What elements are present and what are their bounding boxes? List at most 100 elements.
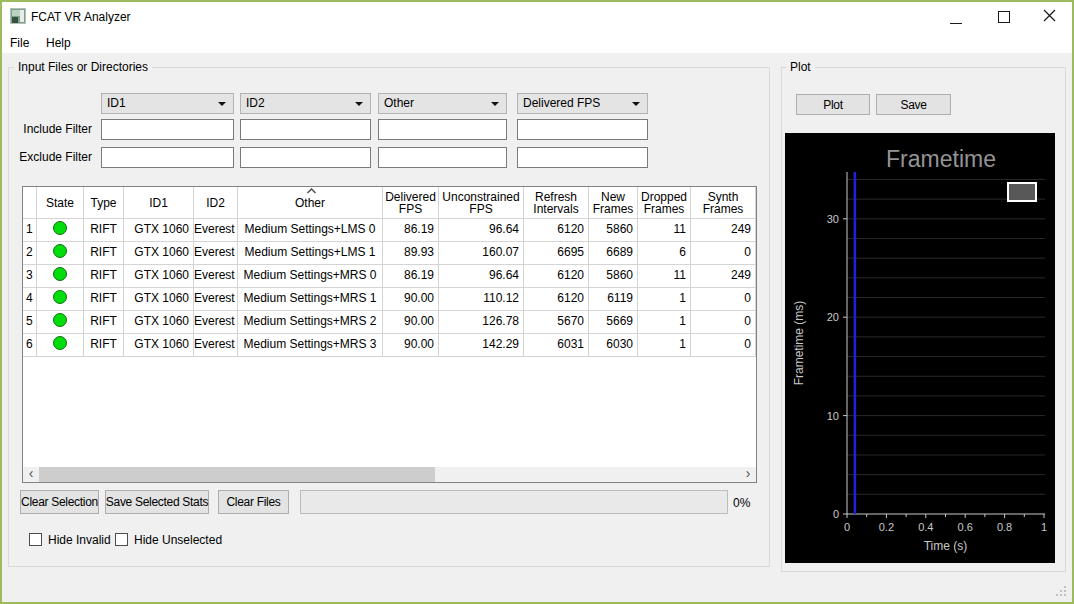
cell-other: Medium Settings+MRS 0 — [238, 264, 383, 287]
cell-delivered_fps: 86.19 — [383, 264, 439, 287]
cell-new_frames: 5669 — [589, 310, 638, 333]
cell-type: RIFT — [84, 310, 124, 333]
include-filter-input-2[interactable] — [240, 119, 371, 140]
column-selector-value: Delivered FPS — [523, 96, 600, 110]
column-header-rownum[interactable] — [23, 187, 37, 218]
state-ok-icon — [53, 336, 67, 350]
clear-selection-button[interactable]: Clear Selection — [20, 490, 99, 514]
cell-id2: Everest — [194, 218, 238, 241]
table-row-5[interactable]: 5RIFTGTX 1060EverestMedium Settings+MRS … — [23, 310, 756, 334]
cell-synth_frames: 0 — [691, 333, 756, 356]
cell-id1: GTX 1060 — [124, 264, 194, 287]
results-table[interactable]: StateTypeID1ID2OtherDeliveredFPSUnconstr… — [22, 186, 757, 483]
cell-state — [37, 241, 84, 264]
cell-type: RIFT — [84, 333, 124, 356]
plot-button[interactable]: Plot — [796, 94, 870, 115]
column-header-delivered_fps[interactable]: DeliveredFPS — [383, 187, 439, 218]
cell-synth_frames: 0 — [691, 241, 756, 264]
cell-unconstrained_fps: 126.78 — [439, 310, 524, 333]
y-tick-label: 20 — [827, 311, 839, 323]
column-header-id1[interactable]: ID1 — [124, 187, 194, 218]
scrollbar-thumb[interactable] — [39, 467, 435, 482]
table-row-3[interactable]: 3 RIFTGTX 1060EverestMedium Settings+MRS … — [23, 264, 756, 288]
table-row-6[interactable]: 6RIFTGTX 1060EverestMedium Settings+MRS … — [23, 333, 756, 357]
cell-type: RIFT — [84, 264, 124, 287]
minimize-icon[interactable] — [950, 23, 962, 24]
cell-id2: Everest — [194, 333, 238, 356]
menu-file[interactable]: File — [6, 34, 33, 52]
exclude-filter-label: Exclude Filter — [2, 147, 92, 168]
cell-dropped_frames: 11 — [638, 218, 691, 241]
scroll-right-icon[interactable]: › — [740, 467, 756, 482]
state-ok-icon — [53, 290, 67, 304]
sort-ascending-icon — [307, 188, 316, 194]
column-selector-id2[interactable]: ID2 — [240, 93, 371, 114]
cell-refresh_intervals: 6120 — [524, 287, 589, 310]
cell-new_frames: 6689 — [589, 241, 638, 264]
cell-rownum: 1 — [23, 218, 37, 241]
column-header-state[interactable]: State — [37, 187, 84, 218]
state-ok-icon — [53, 267, 67, 281]
cell-id2: Everest — [194, 310, 238, 333]
state-ok-icon — [53, 221, 67, 235]
exclude-filter-input-2[interactable] — [240, 147, 371, 168]
column-header-id2[interactable]: ID2 — [194, 187, 238, 218]
cell-rownum: 6 — [23, 333, 37, 356]
chart-title: Frametime — [886, 146, 996, 172]
cell-rownum: 3 — [23, 264, 37, 287]
y-tick-label: 30 — [827, 213, 839, 225]
include-filter-input-3[interactable] — [378, 119, 507, 140]
include-filter-input-1[interactable] — [101, 119, 234, 140]
cell-id2: Everest — [194, 287, 238, 310]
cell-unconstrained_fps: 96.64 — [439, 218, 524, 241]
cell-dropped_frames: 6 — [638, 241, 691, 264]
column-selector-id1[interactable]: ID1 — [101, 93, 234, 114]
menu-help[interactable]: Help — [42, 34, 75, 52]
scroll-left-icon[interactable]: ‹ — [23, 467, 39, 482]
table-row-4[interactable]: 4RIFTGTX 1060EverestMedium Settings+MRS … — [23, 287, 756, 311]
column-header-synth_frames[interactable]: SynthFrames — [691, 187, 756, 218]
plot-groupbox-label: Plot — [786, 60, 815, 74]
cell-delivered_fps: 90.00 — [383, 287, 439, 310]
cell-other: Medium Settings+MRS 3 — [238, 333, 383, 356]
clear-files-button[interactable]: Clear Files — [218, 490, 289, 514]
column-header-dropped_frames[interactable]: DroppedFrames — [638, 187, 691, 218]
cell-refresh_intervals: 5670 — [524, 310, 589, 333]
column-selector-other[interactable]: Other — [378, 93, 507, 114]
column-selector-value: ID2 — [246, 96, 265, 110]
cell-dropped_frames: 1 — [638, 287, 691, 310]
close-icon[interactable] — [1043, 9, 1056, 22]
exclude-filter-input-3[interactable] — [378, 147, 507, 168]
title-bar[interactable]: FCAT VR Analyzer — [2, 2, 1072, 31]
hide-unselected-label: Hide Unselected — [134, 533, 222, 547]
horizontal-scrollbar[interactable]: ‹ › — [23, 467, 756, 482]
hide-unselected-checkbox[interactable] — [115, 533, 128, 546]
cell-delivered_fps: 90.00 — [383, 310, 439, 333]
include-filter-input-4[interactable] — [517, 119, 648, 140]
cell-new_frames: 5860 — [589, 264, 638, 287]
column-selector-value: ID1 — [107, 96, 126, 110]
legend-box — [1008, 183, 1036, 201]
table-row-1[interactable]: 1RIFTGTX 1060EverestMedium Settings+LMS … — [23, 218, 756, 242]
hide-invalid-checkbox[interactable] — [29, 533, 42, 546]
state-ok-icon — [53, 313, 67, 327]
column-header-new_frames[interactable]: NewFrames — [589, 187, 638, 218]
maximize-icon[interactable] — [998, 11, 1010, 23]
exclude-filter-input-4[interactable] — [517, 147, 648, 168]
save-selected-stats-button[interactable]: Save Selected Stats — [105, 490, 209, 514]
state-ok-icon — [53, 244, 67, 258]
resize-grip[interactable] — [1054, 584, 1068, 598]
cell-id1: GTX 1060 — [124, 310, 194, 333]
table-row-2[interactable]: 2RIFTGTX 1060EverestMedium Settings+LMS … — [23, 241, 756, 265]
column-header-unconstrained_fps[interactable]: UnconstrainedFPS — [439, 187, 524, 218]
save-button[interactable]: Save — [876, 94, 951, 115]
column-header-refresh_intervals[interactable]: RefreshIntervals — [524, 187, 589, 218]
cell-id1: GTX 1060 — [124, 241, 194, 264]
column-header-type[interactable]: Type — [84, 187, 124, 218]
cell-synth_frames: 0 — [691, 287, 756, 310]
chevron-down-icon — [218, 102, 226, 106]
column-selector-delivered-fps[interactable]: Delivered FPS — [517, 93, 648, 114]
cell-id2: Everest — [194, 264, 238, 287]
exclude-filter-input-1[interactable] — [101, 147, 234, 168]
cell-synth_frames: 249 — [691, 218, 756, 241]
